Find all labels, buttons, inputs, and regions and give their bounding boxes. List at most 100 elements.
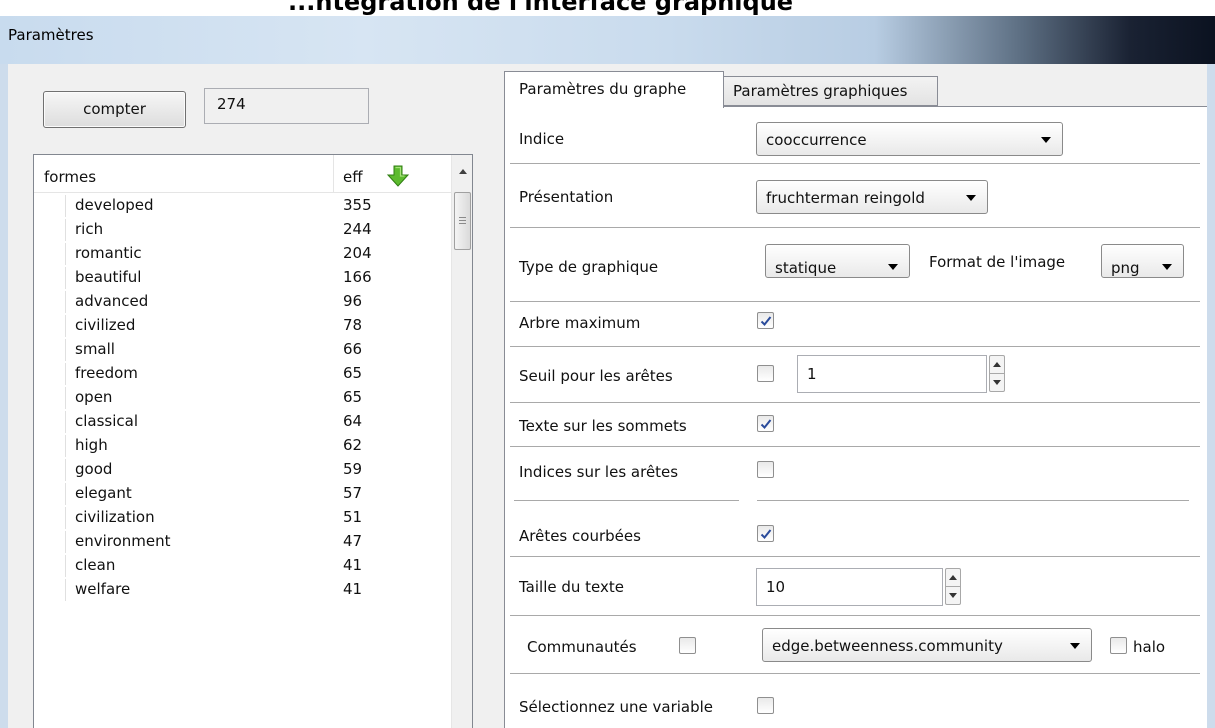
spin-up-icon[interactable] bbox=[946, 569, 960, 587]
text-size-input[interactable]: 10 bbox=[756, 568, 943, 606]
vertex-text-checkbox[interactable] bbox=[757, 415, 774, 432]
row-indent-cell bbox=[34, 339, 66, 361]
window-title: Paramètres bbox=[8, 26, 94, 44]
row-eff: 47 bbox=[343, 532, 363, 550]
row-eff: 65 bbox=[343, 364, 363, 382]
row-indent-cell bbox=[34, 363, 66, 385]
row-form: beautiful bbox=[75, 268, 142, 286]
row-separator bbox=[510, 615, 1200, 616]
vertex-text-label: Texte sur les sommets bbox=[519, 417, 687, 435]
list-row[interactable]: developed 355 bbox=[34, 193, 451, 217]
spin-up-icon[interactable] bbox=[990, 356, 1004, 374]
graph-type-label: Type de graphique bbox=[519, 258, 659, 276]
graph-type-select[interactable]: statique bbox=[765, 244, 910, 278]
row-eff: 65 bbox=[343, 388, 363, 406]
max-tree-checkbox[interactable] bbox=[757, 312, 774, 329]
community-method-value: edge.betweenness.community bbox=[772, 637, 1003, 655]
row-indent-cell bbox=[34, 291, 66, 313]
list-row[interactable]: open 65 bbox=[34, 385, 451, 409]
row-eff: 57 bbox=[343, 484, 363, 502]
community-method-select[interactable]: edge.betweenness.community bbox=[762, 628, 1092, 662]
halo-checkbox[interactable] bbox=[1110, 637, 1127, 654]
row-eff: 166 bbox=[343, 268, 372, 286]
indice-label: Indice bbox=[519, 130, 565, 148]
list-row[interactable]: good 59 bbox=[34, 457, 451, 481]
row-separator bbox=[510, 673, 1200, 674]
list-row[interactable]: rich 244 bbox=[34, 217, 451, 241]
row-eff: 355 bbox=[343, 196, 372, 214]
list-row[interactable]: classical 64 bbox=[34, 409, 451, 433]
vertical-scrollbar[interactable] bbox=[451, 155, 472, 728]
curved-edges-checkbox[interactable] bbox=[757, 525, 774, 542]
window-frame-left bbox=[0, 64, 8, 728]
row-form: open bbox=[75, 388, 113, 406]
edge-indices-checkbox[interactable] bbox=[757, 461, 774, 478]
edge-threshold-label: Seuil pour les arêtes bbox=[519, 367, 673, 385]
row-eff: 96 bbox=[343, 292, 363, 310]
edge-threshold-checkbox[interactable] bbox=[757, 365, 774, 382]
communities-label: Communautés bbox=[527, 638, 637, 656]
row-form: romantic bbox=[75, 244, 142, 262]
list-row[interactable]: small 66 bbox=[34, 337, 451, 361]
row-separator bbox=[757, 500, 1189, 501]
indice-select[interactable]: cooccurrence bbox=[756, 122, 1063, 156]
dropdown-caret-icon bbox=[966, 195, 976, 201]
list-row[interactable]: high 62 bbox=[34, 433, 451, 457]
row-eff: 59 bbox=[343, 460, 363, 478]
row-indent-cell bbox=[34, 459, 66, 481]
list-header: formes eff bbox=[34, 155, 451, 193]
column-header-forms[interactable]: formes bbox=[34, 155, 334, 193]
list-row[interactable]: elegant 57 bbox=[34, 481, 451, 505]
spin-down-icon[interactable] bbox=[990, 374, 1004, 392]
row-form: small bbox=[75, 340, 115, 358]
column-header-eff-label: eff bbox=[343, 168, 363, 186]
communities-checkbox[interactable] bbox=[679, 637, 696, 654]
list-row[interactable]: romantic 204 bbox=[34, 241, 451, 265]
dropdown-caret-icon bbox=[1162, 264, 1172, 270]
row-form: environment bbox=[75, 532, 171, 550]
select-variable-checkbox[interactable] bbox=[757, 697, 774, 714]
list-rows: developed 355 rich 244 romantic 204 beautiful 1… bbox=[34, 193, 451, 601]
list-row[interactable]: civilization 51 bbox=[34, 505, 451, 529]
scroll-up-arrow-icon[interactable] bbox=[459, 169, 467, 174]
text-size-spinner[interactable] bbox=[945, 568, 961, 605]
row-form: developed bbox=[75, 196, 154, 214]
row-separator bbox=[510, 402, 1200, 403]
row-separator bbox=[514, 500, 739, 501]
row-eff: 204 bbox=[343, 244, 372, 262]
list-row[interactable]: civilized 78 bbox=[34, 313, 451, 337]
presentation-select-value: fruchterman reingold bbox=[766, 189, 925, 207]
list-row[interactable]: clean 41 bbox=[34, 553, 451, 577]
window-titlebar[interactable]: Paramètres bbox=[0, 16, 1215, 64]
forms-frequency-list[interactable]: formes eff developed 355 rich 244 romantic 20… bbox=[33, 154, 473, 728]
tab-graph-params[interactable]: Paramètres du graphe bbox=[504, 71, 724, 108]
edge-threshold-input[interactable]: 1 bbox=[797, 355, 987, 393]
row-indent-cell bbox=[34, 531, 66, 553]
edge-threshold-spinner[interactable] bbox=[989, 355, 1005, 392]
row-indent-cell bbox=[34, 411, 66, 433]
dropdown-caret-icon bbox=[1041, 137, 1051, 143]
graph-type-select-value: statique bbox=[775, 259, 837, 277]
row-indent-cell bbox=[34, 507, 66, 529]
presentation-select[interactable]: fruchterman reingold bbox=[756, 180, 988, 214]
row-indent-cell bbox=[34, 243, 66, 265]
row-eff: 51 bbox=[343, 508, 363, 526]
edge-threshold-value: 1 bbox=[807, 365, 817, 383]
checkmark-icon bbox=[760, 529, 772, 539]
max-tree-label: Arbre maximum bbox=[519, 314, 641, 332]
count-button[interactable]: compter bbox=[43, 91, 186, 128]
column-header-eff[interactable]: eff bbox=[334, 155, 451, 193]
image-format-select[interactable]: png bbox=[1101, 244, 1184, 278]
list-row[interactable]: freedom 65 bbox=[34, 361, 451, 385]
scrollbar-thumb[interactable] bbox=[454, 192, 471, 250]
row-eff: 244 bbox=[343, 220, 372, 238]
list-row[interactable]: advanced 96 bbox=[34, 289, 451, 313]
list-row[interactable]: environment 47 bbox=[34, 529, 451, 553]
spin-down-icon[interactable] bbox=[946, 587, 960, 605]
row-indent-cell bbox=[34, 387, 66, 409]
dropdown-caret-icon bbox=[888, 264, 898, 270]
list-row[interactable]: beautiful 166 bbox=[34, 265, 451, 289]
checkmark-icon bbox=[760, 419, 772, 429]
list-row[interactable]: welfare 41 bbox=[34, 577, 451, 601]
tab-graphic-params[interactable]: Paramètres graphiques bbox=[724, 76, 938, 106]
